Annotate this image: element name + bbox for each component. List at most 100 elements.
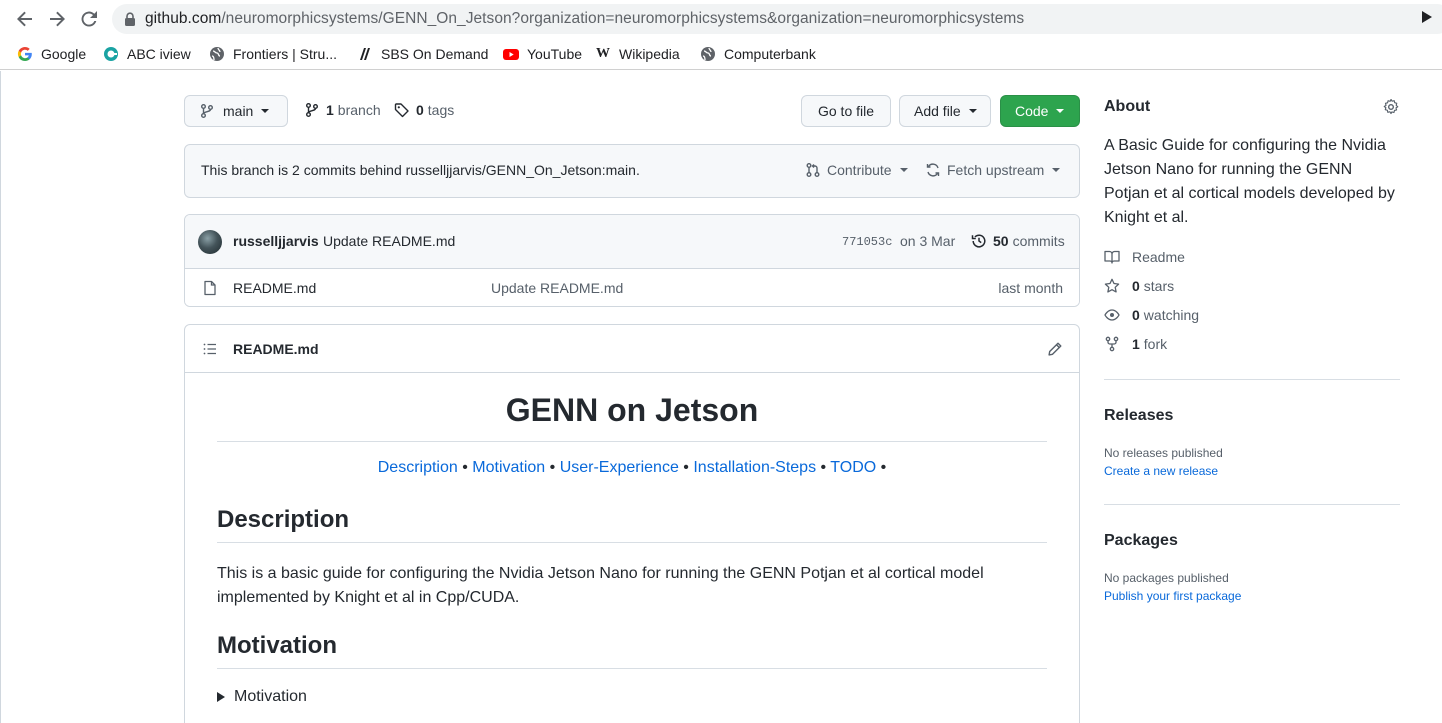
toc-link-motivation[interactable]: Motivation [472, 459, 545, 476]
file-commit-link[interactable]: Update README.md [491, 280, 623, 296]
commit-message-link[interactable]: Update README.md [323, 233, 455, 249]
commits-history-link[interactable]: 50 commits [971, 233, 1065, 249]
arrow-left-icon [17, 11, 32, 27]
motivation-details-toggle[interactable]: Motivation [217, 688, 307, 706]
toc-separator: • [816, 459, 831, 476]
bookmark-computerbank[interactable]: Computerbank [700, 43, 816, 65]
divider [1104, 504, 1400, 505]
releases-empty-text: No releases published [1104, 446, 1223, 460]
chevron-down-icon [1052, 168, 1061, 172]
star-icon [1104, 278, 1120, 294]
branch-name: main [223, 103, 254, 119]
readme-link[interactable]: Readme [1104, 249, 1185, 265]
google-icon [17, 46, 33, 62]
bookmark-label: Computerbank [724, 46, 816, 62]
forward-button[interactable] [46, 8, 68, 30]
packages-empty-text: No packages published [1104, 571, 1229, 585]
add-file-button[interactable]: Add file [899, 95, 991, 127]
branch-select-button[interactable]: main [184, 95, 288, 127]
fetch-upstream-label: Fetch upstream [947, 162, 1045, 178]
git-branch-icon [304, 102, 320, 118]
toc-link-installation-steps[interactable]: Installation-Steps [693, 459, 816, 476]
toc-link-description[interactable]: Description [378, 459, 458, 476]
file-name-link[interactable]: README.md [233, 280, 316, 296]
go-to-file-button[interactable]: Go to file [801, 95, 891, 127]
contribute-button[interactable]: Contribute [805, 162, 908, 178]
readme-link-label: Readme [1132, 249, 1185, 265]
section-heading-description: Description [217, 506, 350, 533]
bookmark-label: ABC iview [127, 46, 191, 62]
address-bar[interactable]: github.com/neuromorphicsystems/GENN_On_J… [112, 4, 1442, 34]
bookmark-sbs[interactable]: SBS On Demand [357, 43, 488, 65]
avatar[interactable] [198, 230, 222, 254]
youtube-icon [503, 46, 519, 62]
commit-author-link[interactable]: russelljjarvis [233, 233, 319, 249]
pencil-icon[interactable] [1047, 341, 1063, 357]
table-row[interactable]: README.md Update README.md last month [185, 270, 1079, 306]
packages-heading[interactable]: Packages [1104, 532, 1178, 550]
eye-icon [1104, 307, 1120, 323]
bookmark-wikipedia[interactable]: W Wikipedia [595, 43, 680, 65]
branches-link[interactable]: 1 branch [304, 102, 381, 118]
gear-icon[interactable] [1383, 99, 1399, 115]
about-heading: About [1104, 98, 1151, 115]
code-button[interactable]: Code [1000, 95, 1080, 127]
toc-link-todo[interactable]: TODO [830, 459, 876, 476]
repo-forked-icon [1104, 336, 1120, 352]
arrow-right-icon [50, 11, 65, 27]
bookmark-frontiers[interactable]: Frontiers | Stru... [209, 43, 337, 65]
commit-date: on 3 Mar [900, 233, 956, 249]
details-summary-label: Motivation [234, 688, 307, 705]
divider [1104, 379, 1400, 380]
commits-label: commits [1012, 233, 1065, 249]
browser-toolbar: github.com/neuromorphicsystems/GENN_On_J… [0, 0, 1442, 38]
commit-sha-link[interactable]: 771053c [842, 235, 892, 249]
divider [217, 542, 1047, 543]
list-unordered-icon[interactable] [202, 341, 218, 357]
back-button[interactable] [14, 8, 36, 30]
toc-link-user-experience[interactable]: User-Experience [560, 459, 679, 476]
chevron-down-icon [968, 109, 977, 113]
branch-behind-banner: This branch is 2 commits behind russellj… [184, 144, 1080, 198]
latest-commit-row: russelljjarvis Update README.md 771053c … [185, 215, 1079, 269]
disclosure-triangle-icon [217, 692, 225, 702]
bookmark-google[interactable]: Google [17, 43, 86, 65]
code-label: Code [1015, 103, 1049, 119]
bookmark-label: Wikipedia [619, 46, 680, 62]
fork-count: 1 [1132, 336, 1140, 352]
chevron-down-icon [261, 109, 270, 113]
url-path: /neuromorphicsystems/GENN_On_Jetson?orga… [221, 10, 1025, 27]
publish-package-link[interactable]: Publish your first package [1104, 589, 1241, 603]
readme-header: README.md [185, 325, 1079, 373]
tags-label: tags [427, 102, 455, 118]
fetch-upstream-button[interactable]: Fetch upstream [925, 162, 1061, 178]
file-age: last month [998, 280, 1063, 296]
bookmarks-bar: Google ABC iview Frontiers | Stru... SBS… [0, 38, 1442, 70]
branches-count: 1 [326, 102, 334, 118]
git-pull-request-icon [805, 162, 821, 178]
bookmark-label: Frontiers | Stru... [233, 46, 337, 62]
bookmark-youtube[interactable]: YouTube [503, 43, 582, 65]
watchers-link[interactable]: 0 watching [1104, 307, 1199, 323]
tags-link[interactable]: 0 tags [394, 102, 454, 118]
readme-panel: README.md GENN on Jetson Description • M… [184, 324, 1080, 723]
tag-icon [394, 102, 410, 118]
book-icon [1104, 249, 1120, 265]
bookmark-abc-iview[interactable]: ABC iview [103, 43, 191, 65]
page-divider [0, 71, 1, 723]
releases-heading[interactable]: Releases [1104, 407, 1173, 425]
stars-link[interactable]: 0 stars [1104, 278, 1174, 294]
readme-filename[interactable]: README.md [233, 341, 319, 357]
section-heading-motivation: Motivation [217, 632, 337, 659]
bookmark-label: Google [41, 46, 87, 62]
play-arrow-icon[interactable] [1422, 11, 1432, 23]
url-text: github.com/neuromorphicsystems/GENN_On_J… [145, 10, 1024, 28]
contribute-label: Contribute [827, 162, 892, 178]
stars-label: stars [1143, 278, 1175, 294]
divider [217, 441, 1047, 442]
wikipedia-icon: W [596, 46, 610, 61]
create-release-link[interactable]: Create a new release [1104, 464, 1218, 478]
reload-button[interactable] [78, 8, 100, 30]
forks-link[interactable]: 1 fork [1104, 336, 1167, 352]
watching-label: watching [1143, 307, 1200, 323]
